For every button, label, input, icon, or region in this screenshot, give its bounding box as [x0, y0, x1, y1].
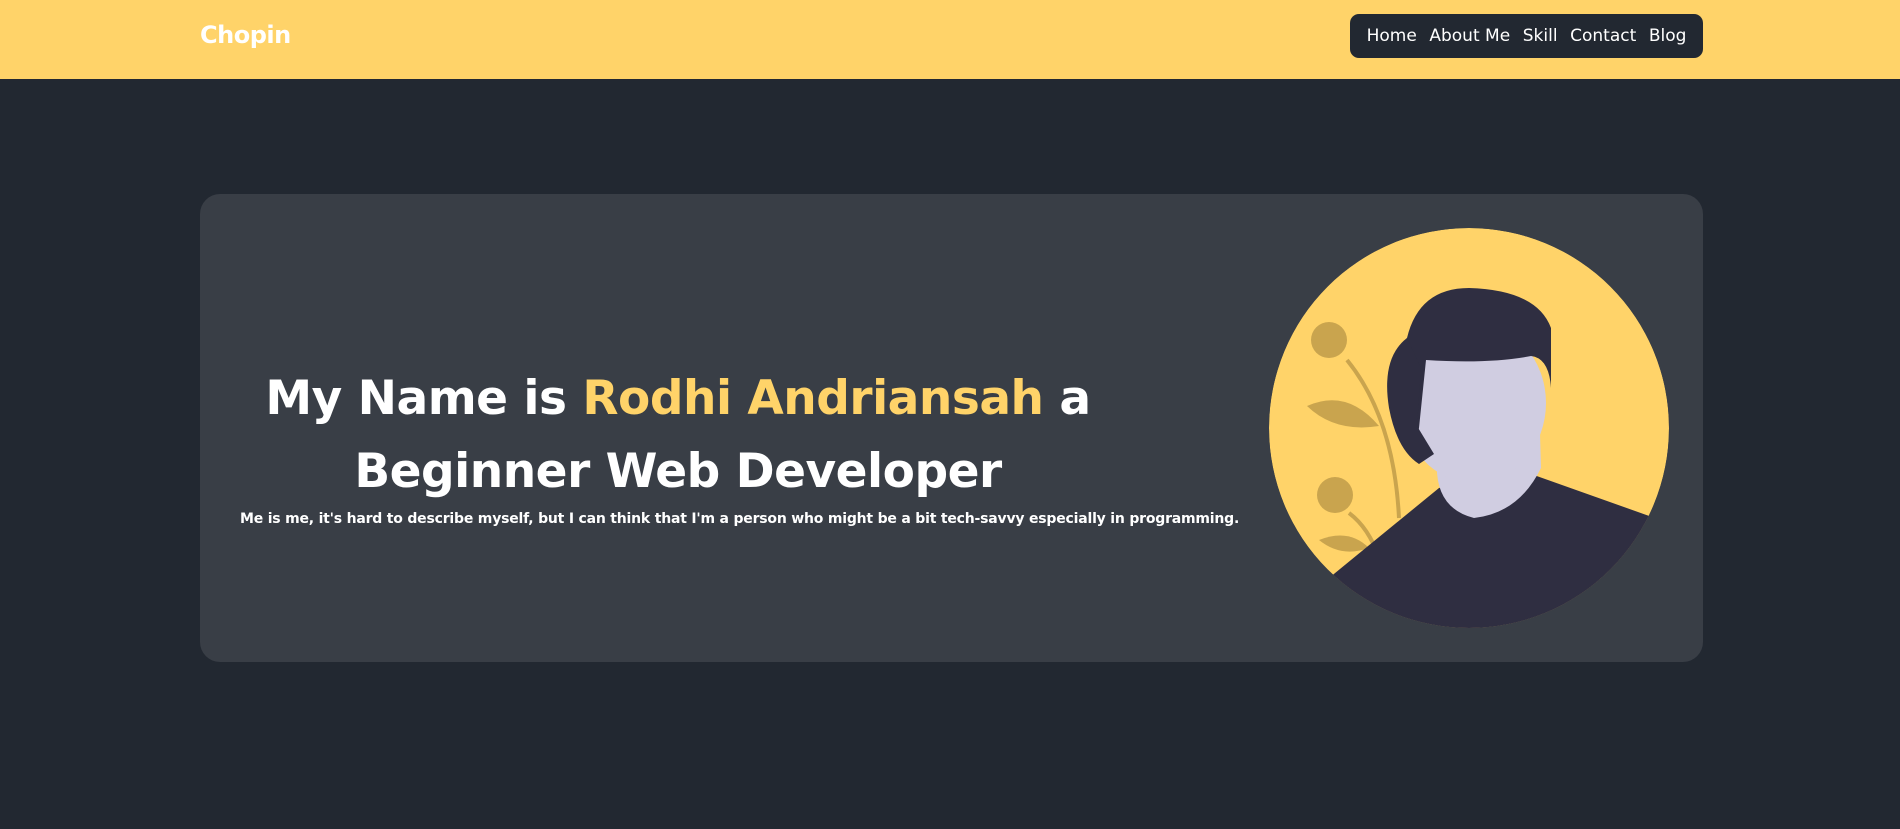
avatar-illustration [1269, 228, 1669, 628]
headline-prefix: My Name is [265, 371, 583, 426]
nav-link-home[interactable]: Home [1367, 26, 1417, 46]
nav-link-about-me[interactable]: About Me [1429, 26, 1510, 46]
nav-menu: Home About Me Skill Contact Blog [1350, 14, 1703, 58]
brand-logo[interactable]: Chopin [200, 21, 291, 49]
nav-link-skill[interactable]: Skill [1523, 26, 1558, 46]
hero-headline: My Name is Rodhi Andriansah a Beginner W… [240, 362, 1116, 508]
headline-role: Beginner Web Developer [354, 444, 1002, 499]
top-navbar: Chopin Home About Me Skill Contact Blog [0, 0, 1900, 79]
headline-suffix: a [1043, 371, 1091, 426]
hero-description: Me is me, it's hard to describe myself, … [240, 511, 1240, 527]
hero-text: My Name is Rodhi Andriansah a Beginner W… [240, 362, 1240, 527]
hero-card: My Name is Rodhi Andriansah a Beginner W… [200, 194, 1703, 662]
headline-name: Rodhi Andriansah [582, 371, 1044, 426]
nav-link-blog[interactable]: Blog [1649, 26, 1687, 46]
person-illustration-icon [1269, 228, 1669, 628]
nav-link-contact[interactable]: Contact [1570, 26, 1636, 46]
